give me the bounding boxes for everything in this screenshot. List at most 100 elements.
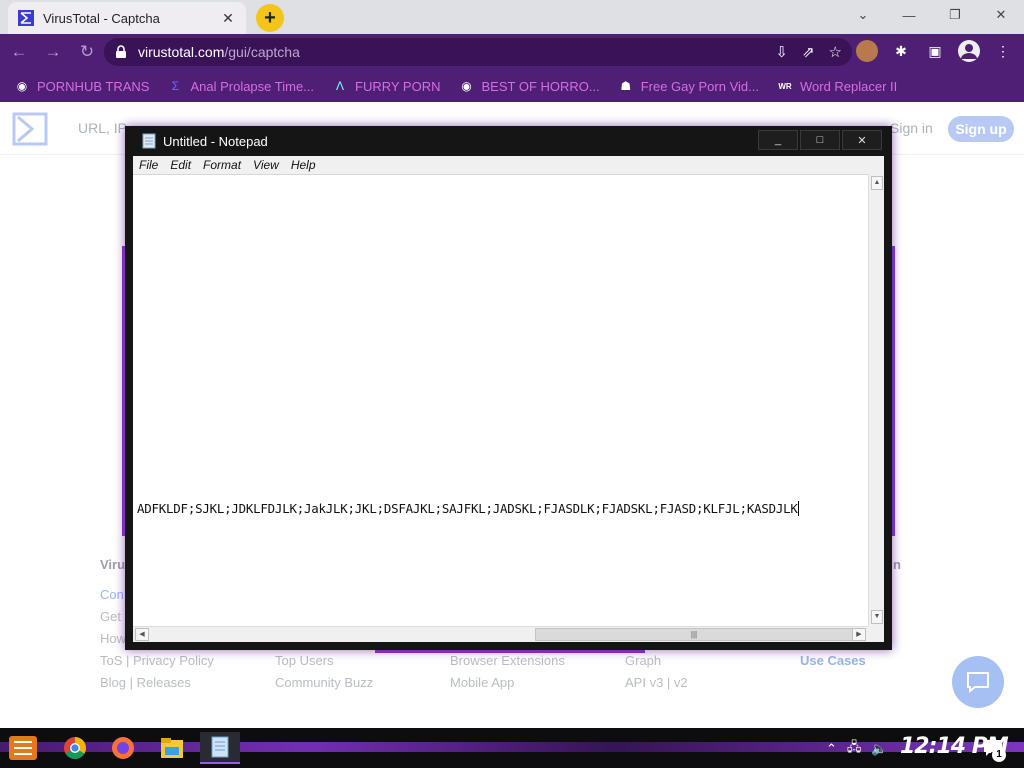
- tab-search-icon[interactable]: ⌄: [840, 0, 886, 30]
- url-path: /gui/captcha: [224, 44, 300, 60]
- footer-link[interactable]: Browser Extensions: [450, 650, 565, 672]
- extensions-puzzle-icon[interactable]: ✱: [890, 40, 912, 62]
- url-host: virustotal.com: [138, 44, 225, 60]
- notepad-close-button[interactable]: ✕: [842, 130, 882, 150]
- bookmark-label: BEST OF HORRO...: [481, 78, 600, 94]
- address-bar[interactable]: virustotal.com/gui/captcha ⇩ ⇗ ☆: [104, 38, 852, 66]
- horizontal-scrollbar[interactable]: ◀ ||| ▶: [133, 626, 868, 642]
- account-avatar-icon[interactable]: [958, 40, 980, 62]
- footer-link[interactable]: API v3 | v2: [625, 672, 688, 694]
- side-panel-icon[interactable]: ▣: [924, 40, 946, 62]
- notepad-maximize-button[interactable]: □: [800, 130, 840, 150]
- footer-link[interactable]: Blog | Releases: [100, 672, 214, 694]
- notepad-titlebar[interactable]: Untitled - Notepad _ □ ✕: [125, 126, 892, 156]
- scroll-right-icon[interactable]: ▶: [852, 628, 866, 641]
- menu-kebab-icon[interactable]: ⋮: [992, 40, 1014, 62]
- sign-in-link[interactable]: Sign in: [890, 120, 933, 136]
- notepad-title: Untitled - Notepad: [163, 133, 268, 149]
- footer-link[interactable]: Community Buzz: [275, 672, 373, 694]
- bookmark-item[interactable]: Σ Anal Prolapse Time...: [167, 78, 314, 94]
- vertical-scrollbar[interactable]: ▲ ▼: [868, 174, 884, 626]
- footer-heading: n: [893, 557, 901, 572]
- wr-icon: WR: [778, 81, 792, 91]
- footer-col-5-heading: n: [893, 554, 901, 576]
- bookmark-item[interactable]: WR Word Replacer II: [777, 78, 897, 94]
- footer-col-4: Graph API v3 | v2: [625, 650, 688, 694]
- notepad-menubar: File Edit Format View Help: [133, 156, 884, 174]
- volume-icon[interactable]: 🔈: [871, 741, 887, 757]
- menu-view[interactable]: View: [253, 158, 291, 172]
- footer-col-5: Use Cases: [800, 650, 866, 672]
- notification-badge: 1: [992, 748, 1006, 762]
- extension-profile-icon[interactable]: [856, 40, 878, 62]
- bookmark-item[interactable]: ☗ Free Gay Porn Vid...: [618, 78, 759, 94]
- window-glow-bottom: [375, 650, 645, 653]
- start-icon[interactable]: [8, 734, 38, 762]
- system-tray: ⌃ 🖧 🔈: [826, 738, 888, 760]
- taskbar-file-explorer[interactable]: [152, 732, 192, 764]
- notepad-icon: [142, 133, 156, 149]
- chat-button[interactable]: [952, 656, 1004, 708]
- back-icon[interactable]: ←: [4, 42, 34, 62]
- lambda-icon: Λ: [336, 79, 345, 93]
- tab-strip: VirusTotal - Captcha ✕ + ⌄ — ❐ ✕: [0, 0, 1024, 34]
- footer-col-2: Top Users Community Buzz: [275, 650, 373, 694]
- minimize-button[interactable]: —: [886, 0, 932, 30]
- virustotal-icon: [18, 10, 34, 26]
- network-icon[interactable]: 🖧: [847, 738, 862, 760]
- bookmark-label: Word Replacer II: [799, 78, 898, 94]
- footer-link[interactable]: ToS | Privacy Policy: [100, 650, 214, 672]
- footer-link[interactable]: Top Users: [275, 650, 373, 672]
- url-text[interactable]: virustotal.com/gui/captcha: [138, 44, 775, 60]
- bookmark-item[interactable]: ◉ BEST OF HORRO...: [459, 78, 600, 94]
- taskbar-chrome[interactable]: [55, 732, 95, 764]
- lock-icon[interactable]: [114, 45, 128, 59]
- bookmark-label: FURRY PORN: [355, 78, 441, 94]
- install-app-icon[interactable]: ⇩: [775, 43, 788, 61]
- scroll-down-icon[interactable]: ▼: [871, 610, 883, 624]
- close-window-button[interactable]: ✕: [978, 0, 1024, 30]
- menu-format[interactable]: Format: [203, 158, 253, 172]
- share-icon[interactable]: ⇗: [802, 43, 815, 61]
- virustotal-icon: Σ: [171, 79, 180, 93]
- globe-icon: ◉: [461, 79, 472, 93]
- tab-virustotal[interactable]: VirusTotal - Captcha ✕: [8, 2, 246, 34]
- tab-title: VirusTotal - Captcha: [43, 10, 160, 26]
- menu-help[interactable]: Help: [291, 158, 328, 172]
- tray-chevron-icon[interactable]: ⌃: [826, 741, 837, 757]
- window-glow-left: [122, 246, 125, 536]
- forward-icon[interactable]: →: [38, 42, 68, 62]
- bookmarks-bar: ◉ PORNHUB TRANS Σ Anal Prolapse Time... …: [0, 70, 1024, 102]
- menu-edit[interactable]: Edit: [170, 158, 203, 172]
- new-tab-button[interactable]: +: [256, 4, 284, 32]
- notepad-window: Untitled - Notepad _ □ ✕ File Edit Forma…: [122, 126, 895, 653]
- bookmark-star-icon[interactable]: ☆: [829, 43, 842, 61]
- taskbar-firefox[interactable]: [103, 732, 143, 764]
- menu-file[interactable]: File: [139, 158, 170, 172]
- reload-icon[interactable]: ↻: [72, 42, 102, 62]
- virustotal-logo-icon[interactable]: [12, 112, 48, 146]
- notepad-minimize-button[interactable]: _: [758, 130, 798, 150]
- sign-up-button[interactable]: Sign up: [948, 116, 1014, 142]
- footer-link[interactable]: Graph: [625, 650, 688, 672]
- taskbar-notepad[interactable]: [200, 732, 240, 764]
- bookmark-item[interactable]: Λ FURRY PORN: [332, 78, 441, 94]
- bookmark-item[interactable]: ◉ PORNHUB TRANS: [14, 78, 150, 94]
- tab-close-icon[interactable]: ✕: [220, 10, 236, 27]
- footer-col-3: Browser Extensions Mobile App: [450, 650, 565, 694]
- notepad-icon: [211, 736, 229, 758]
- bookmark-label: Anal Prolapse Time...: [190, 78, 315, 94]
- search-input[interactable]: URL, IP: [78, 120, 127, 136]
- resize-grip-icon[interactable]: [868, 626, 884, 642]
- horizontal-scroll-thumb[interactable]: |||: [535, 628, 853, 641]
- footer-link[interactable]: Mobile App: [450, 672, 565, 694]
- taskbar: ⌃ 🖧 🔈 12:14 PM 1: [0, 728, 1024, 768]
- scroll-up-icon[interactable]: ▲: [871, 176, 883, 190]
- text-caret: [797, 501, 799, 516]
- browser-toolbar: ← → ↻ virustotal.com/gui/captcha ⇩ ⇗ ☆ ✱…: [0, 34, 1024, 70]
- footer-link[interactable]: Use Cases: [800, 650, 866, 672]
- restore-button[interactable]: ❐: [932, 0, 978, 30]
- chat-bubble-icon: [967, 672, 989, 693]
- notepad-text-area[interactable]: ADFKLDF;SJKL;JDKLFDJLK;JakJLK;JKL;DSFAJK…: [133, 174, 868, 626]
- scroll-left-icon[interactable]: ◀: [135, 628, 149, 641]
